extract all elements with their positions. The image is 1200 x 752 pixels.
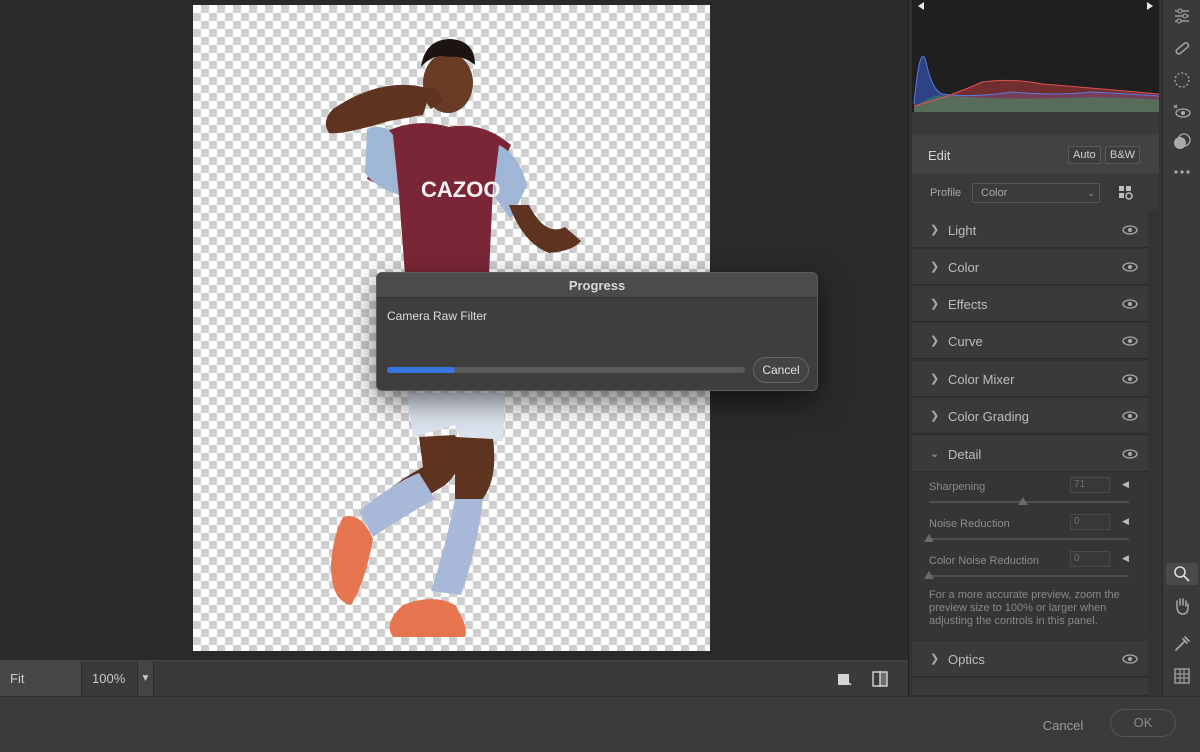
chevron-right-icon: ❯ <box>930 261 940 273</box>
slider-thumb[interactable] <box>924 534 934 542</box>
zoom-100-button[interactable]: 100% <box>82 661 138 697</box>
chevron-right-icon: ❯ <box>930 653 940 665</box>
section-color-grading[interactable]: ❯ Color Grading <box>912 398 1148 434</box>
mask-icon[interactable] <box>1172 70 1192 90</box>
zoom-bar: Fit (51.1%) 100% ▼ <box>0 660 908 722</box>
profile-value: Color <box>981 187 1008 199</box>
edit-header: Edit Auto B&W <box>912 134 1159 174</box>
grid-icon[interactable] <box>1172 666 1192 686</box>
more-icon[interactable] <box>1172 162 1192 182</box>
slider-thumb[interactable] <box>924 571 934 579</box>
eye-icon[interactable] <box>1122 449 1138 459</box>
section-optics[interactable]: ❯ Optics <box>912 641 1148 677</box>
section-partial[interactable] <box>912 678 1148 696</box>
chevron-right-icon: ❯ <box>930 410 940 422</box>
zoom-dropdown-button[interactable]: ▼ <box>138 661 154 697</box>
histogram-info <box>912 112 1159 134</box>
zoom-tool-icon[interactable] <box>1172 564 1192 584</box>
section-title: Color <box>948 260 980 275</box>
eye-icon[interactable] <box>1122 411 1138 421</box>
eye-icon[interactable] <box>1122 262 1138 272</box>
histogram <box>912 0 1159 112</box>
svg-text:CAZOO: CAZOO <box>421 177 500 202</box>
edit-panel: Edit Auto B&W Profile Color ⌄ ❯ Light ❯ … <box>908 0 1162 696</box>
section-curve[interactable]: ❯ Curve <box>912 323 1148 359</box>
chevron-right-icon: ❯ <box>930 298 940 310</box>
slider-label: Color Noise Reduction <box>929 555 1040 567</box>
eye-icon[interactable] <box>1122 299 1138 309</box>
section-detail[interactable]: ⌄ Detail <box>912 436 1148 472</box>
progress-task-label: Camera Raw Filter <box>387 309 488 323</box>
progress-bar <box>387 367 745 373</box>
section-title: Effects <box>948 297 988 312</box>
section-light[interactable]: ❯ Light <box>912 212 1148 248</box>
auto-button[interactable]: Auto <box>1068 146 1101 164</box>
section-color-mixer[interactable]: ❯ Color Mixer <box>912 361 1148 397</box>
section-title: Optics <box>948 652 985 667</box>
eye-icon[interactable] <box>1122 336 1138 346</box>
healing-icon[interactable] <box>1172 38 1192 58</box>
profile-select[interactable]: Color ⌄ <box>972 183 1100 203</box>
progress-cancel-button[interactable]: Cancel <box>753 357 809 383</box>
before-after-icon[interactable] <box>870 669 890 689</box>
slider-label: Sharpening <box>929 481 986 493</box>
cancel-button[interactable]: Cancel <box>1030 713 1096 739</box>
eye-icon[interactable] <box>1122 374 1138 384</box>
presets-icon[interactable] <box>1172 132 1192 152</box>
progress-dialog: Progress Camera Raw Filter Cancel <box>376 272 818 391</box>
section-title: Color Grading <box>948 409 1029 424</box>
reset-arrow-icon[interactable]: ◀ <box>1122 553 1129 564</box>
eye-icon[interactable] <box>1122 225 1138 235</box>
profile-label: Profile <box>930 187 962 199</box>
section-title: Detail <box>948 447 982 462</box>
color-sampler-icon[interactable] <box>1172 634 1192 654</box>
chevron-down-icon: ▼ <box>140 673 151 684</box>
section-title: Light <box>948 223 977 238</box>
eye-icon[interactable] <box>1122 654 1138 664</box>
section-color[interactable]: ❯ Color <box>912 249 1148 285</box>
camera-raw-window: CAZOO Fit (51.1%) 100% ▼ <box>0 0 1200 752</box>
color-noise-reduction-input[interactable]: 0 <box>1070 551 1110 567</box>
section-title: Curve <box>948 334 983 349</box>
hand-tool-icon[interactable] <box>1172 596 1192 616</box>
chevron-down-icon: ⌄ <box>1087 188 1095 198</box>
ok-button[interactable]: OK <box>1110 709 1176 737</box>
profile-browser-icon[interactable] <box>1118 185 1134 201</box>
zoom-fit-button[interactable]: Fit (51.1%) <box>0 661 82 722</box>
chevron-down-icon: ⌄ <box>930 448 940 460</box>
detail-body: Sharpening 71 ◀ Noise Reduction 0 ◀ Colo… <box>912 473 1148 639</box>
noise-reduction-row: Noise Reduction 0 ◀ <box>912 514 1148 554</box>
slider-thumb[interactable] <box>1018 497 1028 505</box>
sliders-icon[interactable] <box>1172 6 1192 26</box>
profile-row: Profile Color ⌄ <box>912 175 1159 211</box>
single-view-icon[interactable] <box>834 669 854 689</box>
detail-note: For a more accurate preview, zoom the pr… <box>929 589 1120 627</box>
noise-reduction-input[interactable]: 0 <box>1070 514 1110 530</box>
sharpening-row: Sharpening 71 ◀ <box>912 477 1148 517</box>
section-effects[interactable]: ❯ Effects <box>912 286 1148 322</box>
bw-button[interactable]: B&W <box>1105 146 1141 164</box>
color-noise-reduction-row: Color Noise Reduction 0 ◀ <box>912 551 1148 591</box>
sharpening-input[interactable]: 71 <box>1070 477 1110 493</box>
chevron-right-icon: ❯ <box>930 224 940 236</box>
reset-arrow-icon[interactable]: ◀ <box>1122 516 1129 527</box>
progress-bar-fill <box>387 367 456 373</box>
red-eye-icon[interactable] <box>1172 102 1192 122</box>
tools-toolbar <box>1162 0 1200 696</box>
reset-arrow-icon[interactable]: ◀ <box>1122 479 1129 490</box>
noise-reduction-slider[interactable] <box>924 534 1129 542</box>
section-title: Color Mixer <box>948 372 1015 387</box>
chevron-right-icon: ❯ <box>930 335 940 347</box>
edit-title: Edit <box>928 148 951 163</box>
chevron-right-icon: ❯ <box>930 373 940 385</box>
progress-title: Progress <box>377 273 817 298</box>
slider-label: Noise Reduction <box>929 518 1010 530</box>
dialog-footer: Cancel OK <box>0 696 1200 752</box>
sharpening-slider[interactable] <box>929 497 1129 505</box>
color-noise-reduction-slider[interactable] <box>924 571 1129 579</box>
